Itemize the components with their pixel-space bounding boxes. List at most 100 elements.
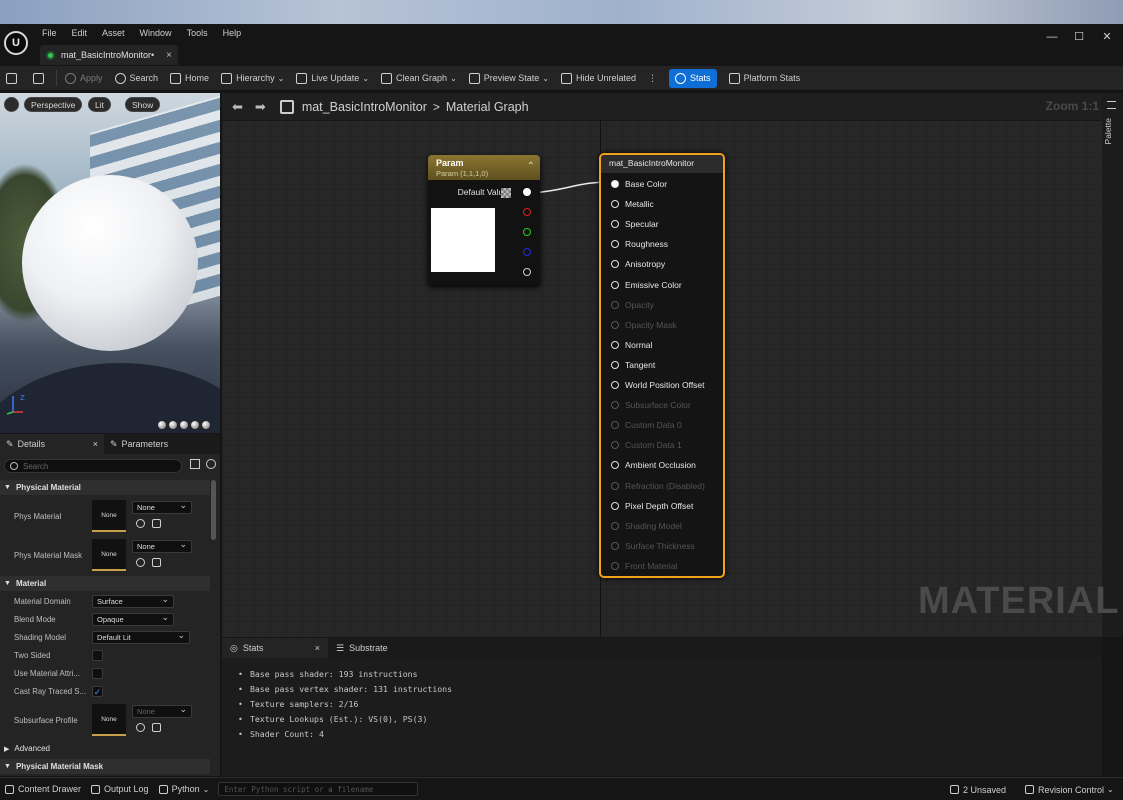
stats-button[interactable]: Stats: [669, 68, 717, 88]
phys-material-picker[interactable]: None: [132, 500, 192, 514]
back-arrow-icon[interactable]: ⬅: [232, 99, 243, 115]
output-log-button[interactable]: Output Log: [86, 778, 154, 800]
tab-details[interactable]: ✎ Details ×: [0, 434, 104, 454]
minimize-button[interactable]: —: [1045, 30, 1059, 44]
material-input-pin[interactable]: Front Material: [611, 561, 677, 571]
material-input-pin[interactable]: Refraction (Disabled): [611, 481, 705, 491]
material-input-pin[interactable]: Emissive Color: [611, 280, 682, 290]
breadcrumb-graph[interactable]: Material Graph: [446, 100, 529, 114]
python-input[interactable]: Enter Python script or a filename: [218, 782, 419, 796]
pin-connector-icon[interactable]: [611, 300, 619, 309]
save-button[interactable]: [0, 66, 27, 91]
tab-parameters[interactable]: ✎ Parameters: [104, 434, 174, 454]
details-scrollbar[interactable]: [211, 480, 216, 540]
material-input-pin[interactable]: Custom Data 0: [611, 420, 682, 430]
material-input-pin[interactable]: Opacity Mask: [611, 320, 677, 330]
subsurface-profile-picker[interactable]: None: [132, 704, 192, 718]
palette-tab[interactable]: Palette: [1103, 118, 1113, 144]
close-window-button[interactable]: ✕: [1100, 30, 1114, 44]
phys-material-mask-picker[interactable]: None: [132, 539, 192, 553]
breadcrumb-asset[interactable]: mat_BasicIntroMonitor: [302, 100, 427, 114]
output-b-pin[interactable]: [523, 248, 531, 256]
category-physical-material-mask[interactable]: ▼ Physical Material Mask: [0, 759, 210, 774]
two-sided-checkbox[interactable]: [92, 650, 103, 661]
browse-asset-icon[interactable]: [152, 519, 161, 528]
settings-gear-icon[interactable]: [206, 459, 216, 469]
more-options-button[interactable]: ⋮: [642, 66, 663, 91]
menu-tools[interactable]: Tools: [187, 28, 208, 38]
output-r-pin[interactable]: [523, 208, 531, 216]
phys-material-thumbnail[interactable]: None: [92, 500, 126, 532]
pin-connector-icon[interactable]: [611, 360, 619, 369]
material-input-pin[interactable]: Surface Thickness: [611, 541, 695, 551]
material-input-pin[interactable]: Base Color: [611, 179, 667, 189]
perspective-button[interactable]: Perspective: [24, 97, 83, 112]
reset-arrow-icon[interactable]: [136, 723, 145, 732]
unreal-logo-icon[interactable]: U: [4, 31, 28, 55]
revision-control-button[interactable]: Revision Control ⌄: [1020, 778, 1119, 800]
palette-menu-icon[interactable]: [1107, 101, 1116, 109]
pin-connector-icon[interactable]: [611, 501, 619, 510]
pin-connector-icon[interactable]: [611, 461, 619, 470]
pin-connector-icon[interactable]: [611, 180, 619, 188]
show-button[interactable]: Show: [125, 97, 161, 112]
tab-stats[interactable]: ◎ Stats ×: [222, 638, 328, 658]
material-input-pin[interactable]: Custom Data 1: [611, 440, 682, 450]
material-domain-select[interactable]: Surface: [92, 594, 174, 608]
reset-arrow-icon[interactable]: [136, 519, 145, 528]
color-swatch-icon[interactable]: [501, 188, 511, 198]
menu-window[interactable]: Window: [140, 28, 172, 38]
pin-connector-icon[interactable]: [611, 561, 619, 570]
viewport-menu-icon[interactable]: [4, 97, 19, 112]
menu-edit[interactable]: Edit: [72, 28, 88, 38]
phys-material-mask-thumbnail[interactable]: None: [92, 539, 126, 571]
forward-arrow-icon[interactable]: ➡: [255, 99, 266, 115]
shading-model-select[interactable]: Default Lit: [92, 630, 190, 644]
browse-asset-icon[interactable]: [152, 723, 161, 732]
custom-mesh-icon[interactable]: [201, 420, 211, 430]
use-material-attributes-checkbox[interactable]: [92, 668, 103, 679]
unsaved-button[interactable]: 2 Unsaved: [945, 778, 1011, 800]
param-node[interactable]: Param Param (1,1,1,0) ⌃ Default Value: [428, 155, 540, 285]
material-result-node[interactable]: mat_BasicIntroMonitor Base Color Metallic…: [599, 153, 725, 578]
material-input-pin[interactable]: Normal: [611, 340, 652, 350]
close-tab-icon[interactable]: ×: [315, 643, 320, 653]
pin-connector-icon[interactable]: [611, 220, 619, 229]
menu-file[interactable]: File: [42, 28, 57, 38]
pin-connector-icon[interactable]: [611, 340, 619, 349]
lit-button[interactable]: Lit: [88, 97, 111, 112]
cast-ray-traced-checkbox[interactable]: ✓: [92, 686, 103, 697]
material-input-pin[interactable]: World Position Offset: [611, 380, 705, 390]
pin-connector-icon[interactable]: [611, 260, 619, 269]
pin-connector-icon[interactable]: [611, 401, 619, 410]
browse-asset-icon[interactable]: [152, 558, 161, 567]
preview-state-dropdown[interactable]: Preview State ⌄: [463, 66, 555, 91]
hierarchy-dropdown[interactable]: Hierarchy ⌄: [215, 66, 290, 91]
category-material[interactable]: ▼ Material: [0, 576, 210, 591]
pin-connector-icon[interactable]: [611, 541, 619, 550]
material-input-pin[interactable]: Anisotropy: [611, 259, 665, 269]
plane-icon[interactable]: [179, 420, 189, 430]
material-input-pin[interactable]: Tangent: [611, 360, 655, 370]
pin-connector-icon[interactable]: [611, 441, 619, 450]
output-rgb-pin[interactable]: [523, 188, 531, 196]
pin-connector-icon[interactable]: [611, 320, 619, 329]
cylinder-icon[interactable]: [157, 420, 167, 430]
hide-unrelated-button[interactable]: Hide Unrelated: [555, 66, 642, 91]
clean-graph-dropdown[interactable]: Clean Graph ⌄: [375, 66, 463, 91]
menu-help[interactable]: Help: [223, 28, 242, 38]
menu-asset[interactable]: Asset: [102, 28, 125, 38]
cube-icon[interactable]: [190, 420, 200, 430]
material-input-pin[interactable]: Ambient Occlusion: [611, 460, 696, 470]
maximize-button[interactable]: ☐: [1072, 30, 1086, 44]
output-a-pin[interactable]: [523, 268, 531, 276]
tab-substrate[interactable]: ☰ Substrate: [328, 638, 396, 658]
material-input-pin[interactable]: Metallic: [611, 199, 654, 209]
pin-connector-icon[interactable]: [611, 521, 619, 530]
material-input-pin[interactable]: Pixel Depth Offset: [611, 501, 693, 511]
document-tab[interactable]: mat_BasicIntroMonitor• ×: [40, 45, 178, 65]
output-g-pin[interactable]: [523, 228, 531, 236]
category-physical-material[interactable]: ▼ Physical Material: [0, 480, 210, 495]
home-button[interactable]: Home: [164, 66, 215, 91]
details-search-input[interactable]: Search: [4, 459, 182, 473]
